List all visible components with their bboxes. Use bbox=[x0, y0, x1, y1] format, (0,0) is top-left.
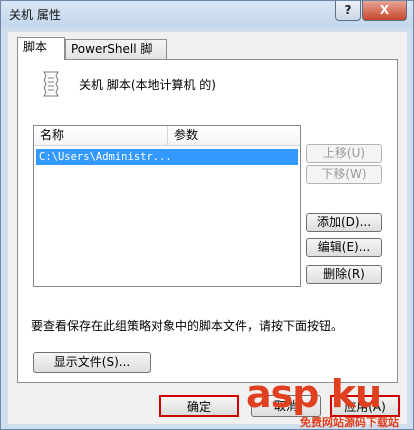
column-header-name[interactable]: 名称 bbox=[34, 126, 168, 146]
list-item[interactable]: C:\Users\Administr... bbox=[36, 149, 298, 165]
edit-button[interactable]: 编辑(E)... bbox=[306, 238, 382, 257]
ok-button[interactable]: 确定 bbox=[159, 395, 239, 417]
tab-scripts[interactable]: 脚本 bbox=[17, 37, 65, 60]
dialog-client-area: 脚本 PowerShell 脚本 关机 脚本(本地计算机 的) 名称 参数 C:… bbox=[8, 32, 407, 424]
info-text: 要查看保存在此组策略对象中的脚本文件，请按下面按钮。 bbox=[31, 319, 344, 333]
watermark-caption: 免费网站源码下载站 bbox=[300, 416, 399, 429]
close-button[interactable]: X bbox=[362, 1, 407, 21]
script-document-icon bbox=[43, 71, 59, 97]
move-down-button[interactable]: 下移(W) bbox=[306, 165, 382, 184]
remove-button[interactable]: 删除(R) bbox=[306, 265, 382, 284]
properties-dialog: 关机 属性 ? X 脚本 PowerShell 脚本 关机 脚本(本地计算机 的… bbox=[0, 0, 414, 430]
watermark-logo-text: asp ku bbox=[246, 372, 382, 416]
add-button[interactable]: 添加(D)... bbox=[306, 213, 382, 232]
tab-panel: 关机 脚本(本地计算机 的) 名称 参数 C:\Users\Administr.… bbox=[17, 59, 398, 383]
column-header-parameters[interactable]: 参数 bbox=[168, 126, 300, 146]
help-button[interactable]: ? bbox=[335, 1, 361, 21]
move-up-button[interactable]: 上移(U) bbox=[306, 144, 382, 163]
scripts-list[interactable]: 名称 参数 C:\Users\Administr... bbox=[33, 125, 301, 287]
window-title: 关机 属性 bbox=[9, 8, 61, 22]
script-header-text: 关机 脚本(本地计算机 的) bbox=[79, 78, 216, 92]
show-files-button[interactable]: 显示文件(S)... bbox=[33, 352, 151, 373]
title-bar: 关机 属性 ? X bbox=[1, 1, 413, 27]
tab-powershell-scripts[interactable]: PowerShell 脚本 bbox=[65, 39, 167, 74]
